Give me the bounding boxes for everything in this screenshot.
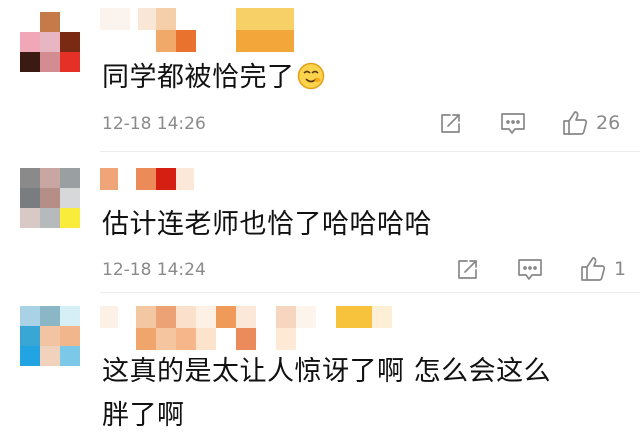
share-button[interactable] [455, 258, 479, 282]
comment-text: 估计连老师也恰了哈哈哈哈 [102, 209, 432, 240]
username[interactable] [100, 8, 300, 52]
smiling-face-emoji [297, 60, 325, 90]
comment-text: 这真的是太让人惊讶了啊 怎么会这么 胖了啊 [102, 356, 552, 431]
reply-button[interactable] [517, 258, 543, 282]
avatar[interactable] [20, 12, 80, 72]
comment-icon [501, 113, 525, 134]
divider [100, 151, 640, 152]
share-icon [441, 114, 460, 133]
reply-button[interactable] [500, 112, 526, 136]
username[interactable] [100, 168, 200, 190]
username[interactable] [100, 306, 400, 328]
thumbs-up-icon [581, 257, 606, 281]
avatar[interactable] [20, 306, 80, 366]
share-icon [458, 260, 477, 279]
timestamp: 12-18 14:24 [102, 260, 206, 280]
like-button[interactable]: 1 [580, 256, 626, 282]
avatar[interactable] [20, 168, 80, 228]
like-count: 1 [614, 258, 627, 280]
timestamp: 12-18 14:26 [102, 114, 206, 134]
divider [100, 292, 640, 293]
like-count: 26 [596, 112, 621, 134]
comment-text: 同学都被恰完了 [102, 56, 325, 100]
thumbs-up-icon [563, 111, 588, 135]
username-line-2 [136, 328, 336, 350]
comment-icon [518, 259, 542, 280]
share-button[interactable] [438, 112, 462, 136]
like-button[interactable]: 26 [562, 110, 620, 136]
